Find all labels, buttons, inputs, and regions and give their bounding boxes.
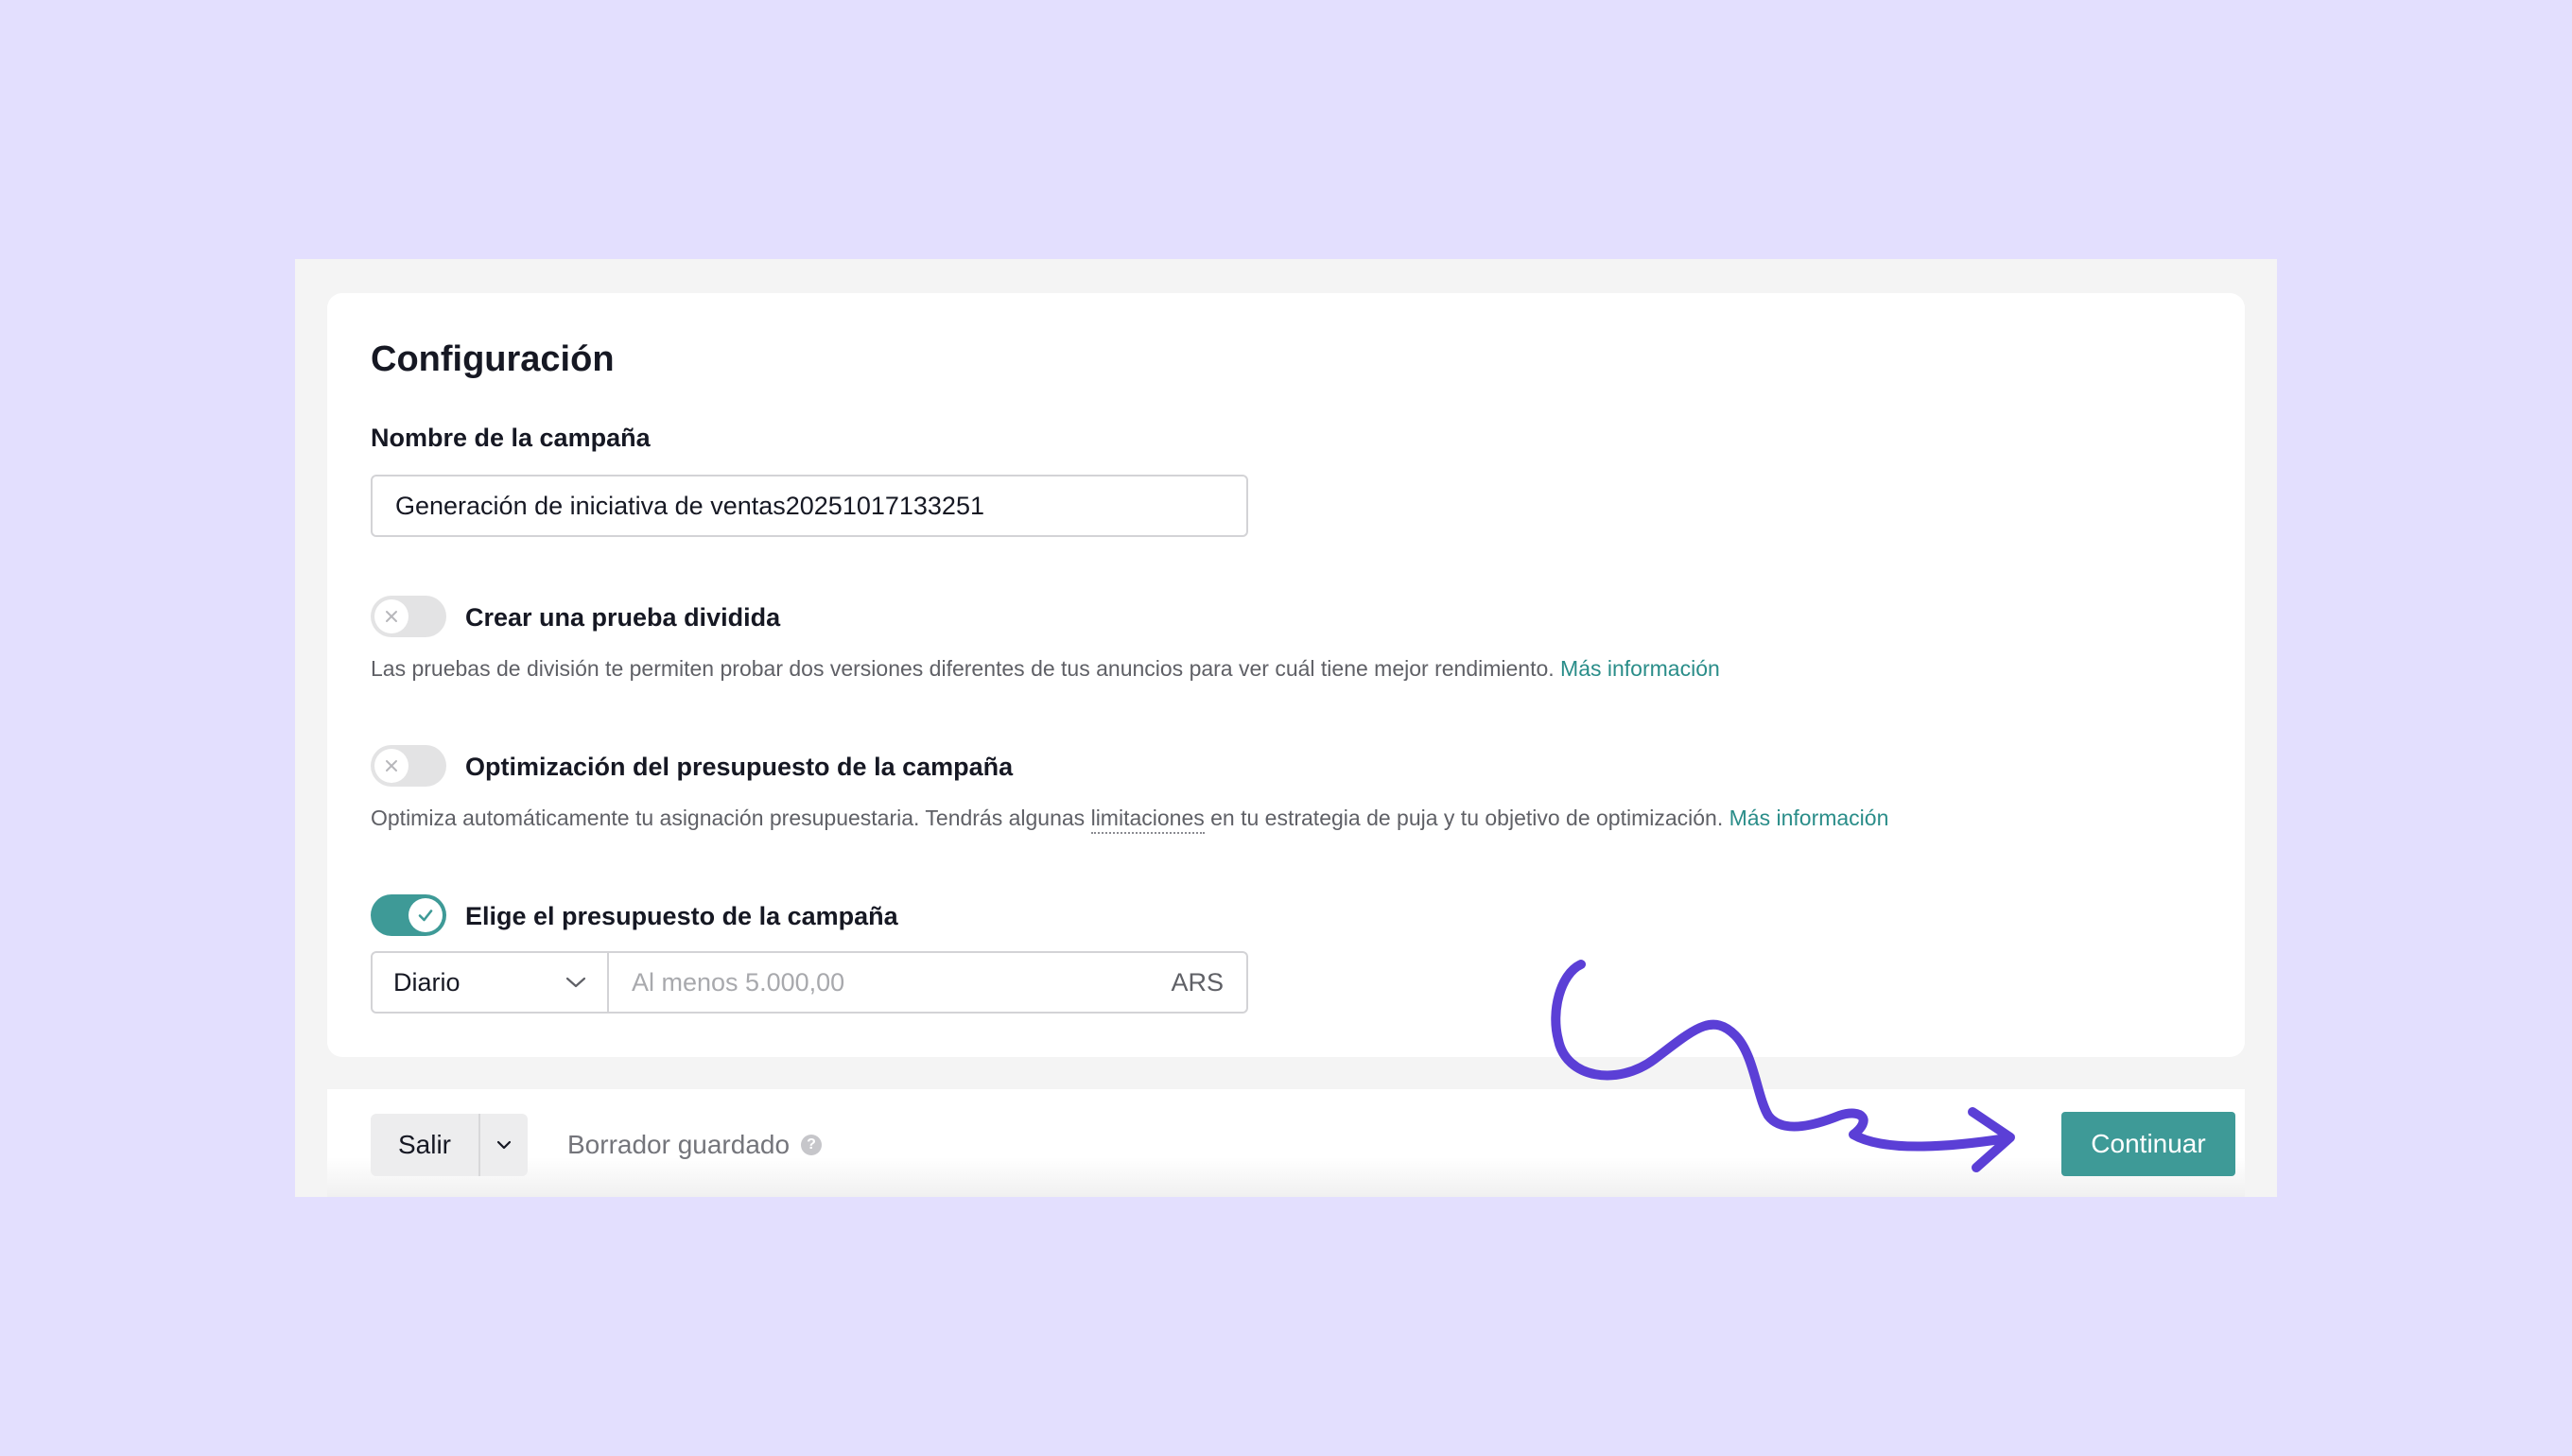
check-icon (418, 910, 433, 922)
budget-mode-select[interactable]: Diario (371, 951, 609, 1014)
currency-label: ARS (1171, 967, 1224, 997)
split-test-description: Las pruebas de división te permiten prob… (371, 656, 1720, 682)
exit-menu-button[interactable] (478, 1114, 528, 1176)
split-test-description-text: Las pruebas de división te permiten prob… (371, 656, 1555, 681)
page-title: Configuración (371, 339, 615, 379)
exit-split-button: Salir (371, 1114, 528, 1176)
budget-optimization-description-text-end: en tu estrategia de puja y tu objetivo d… (1210, 806, 1724, 830)
campaign-budget-label: Elige el presupuesto de la campaña (465, 902, 898, 930)
split-test-learn-more-link[interactable]: Más información (1560, 656, 1720, 681)
budget-mode-value: Diario (393, 967, 461, 997)
draft-status: Borrador guardado ? (567, 1130, 823, 1160)
toggle-knob (374, 749, 408, 783)
toggle-knob (408, 898, 443, 932)
exit-button[interactable]: Salir (371, 1114, 478, 1176)
x-icon (386, 611, 397, 622)
budget-amount-field: ARS (609, 951, 1248, 1014)
chevron-down-icon (565, 977, 586, 988)
campaign-name-label: Nombre de la campaña (371, 424, 651, 452)
campaign-name-input[interactable] (371, 475, 1248, 537)
split-test-toggle[interactable] (371, 596, 446, 637)
toggle-knob (374, 599, 408, 633)
limitations-tooltip-term[interactable]: limitaciones (1090, 806, 1205, 834)
chevron-down-icon (496, 1140, 512, 1150)
campaign-budget-toggle[interactable] (371, 894, 446, 936)
question-circle-icon[interactable]: ? (801, 1135, 823, 1155)
continue-button[interactable]: Continuar (2061, 1112, 2235, 1176)
budget-optimization-learn-more-link[interactable]: Más información (1729, 806, 1889, 830)
budget-amount-input[interactable] (609, 954, 1172, 1011)
budget-optimization-label: Optimización del presupuesto de la campa… (465, 753, 1014, 781)
budget-optimization-description-text: Optimiza automáticamente tu asignación p… (371, 806, 1086, 830)
draft-status-text: Borrador guardado (567, 1130, 791, 1159)
x-icon (386, 760, 397, 771)
budget-optimization-toggle[interactable] (371, 745, 446, 787)
hand-drawn-arrow-icon (1551, 960, 2015, 1172)
budget-optimization-description: Optimiza automáticamente tu asignación p… (371, 806, 1889, 834)
split-test-label: Crear una prueba dividida (465, 603, 781, 632)
budget-input-group: Diario ARS (371, 951, 1248, 1014)
